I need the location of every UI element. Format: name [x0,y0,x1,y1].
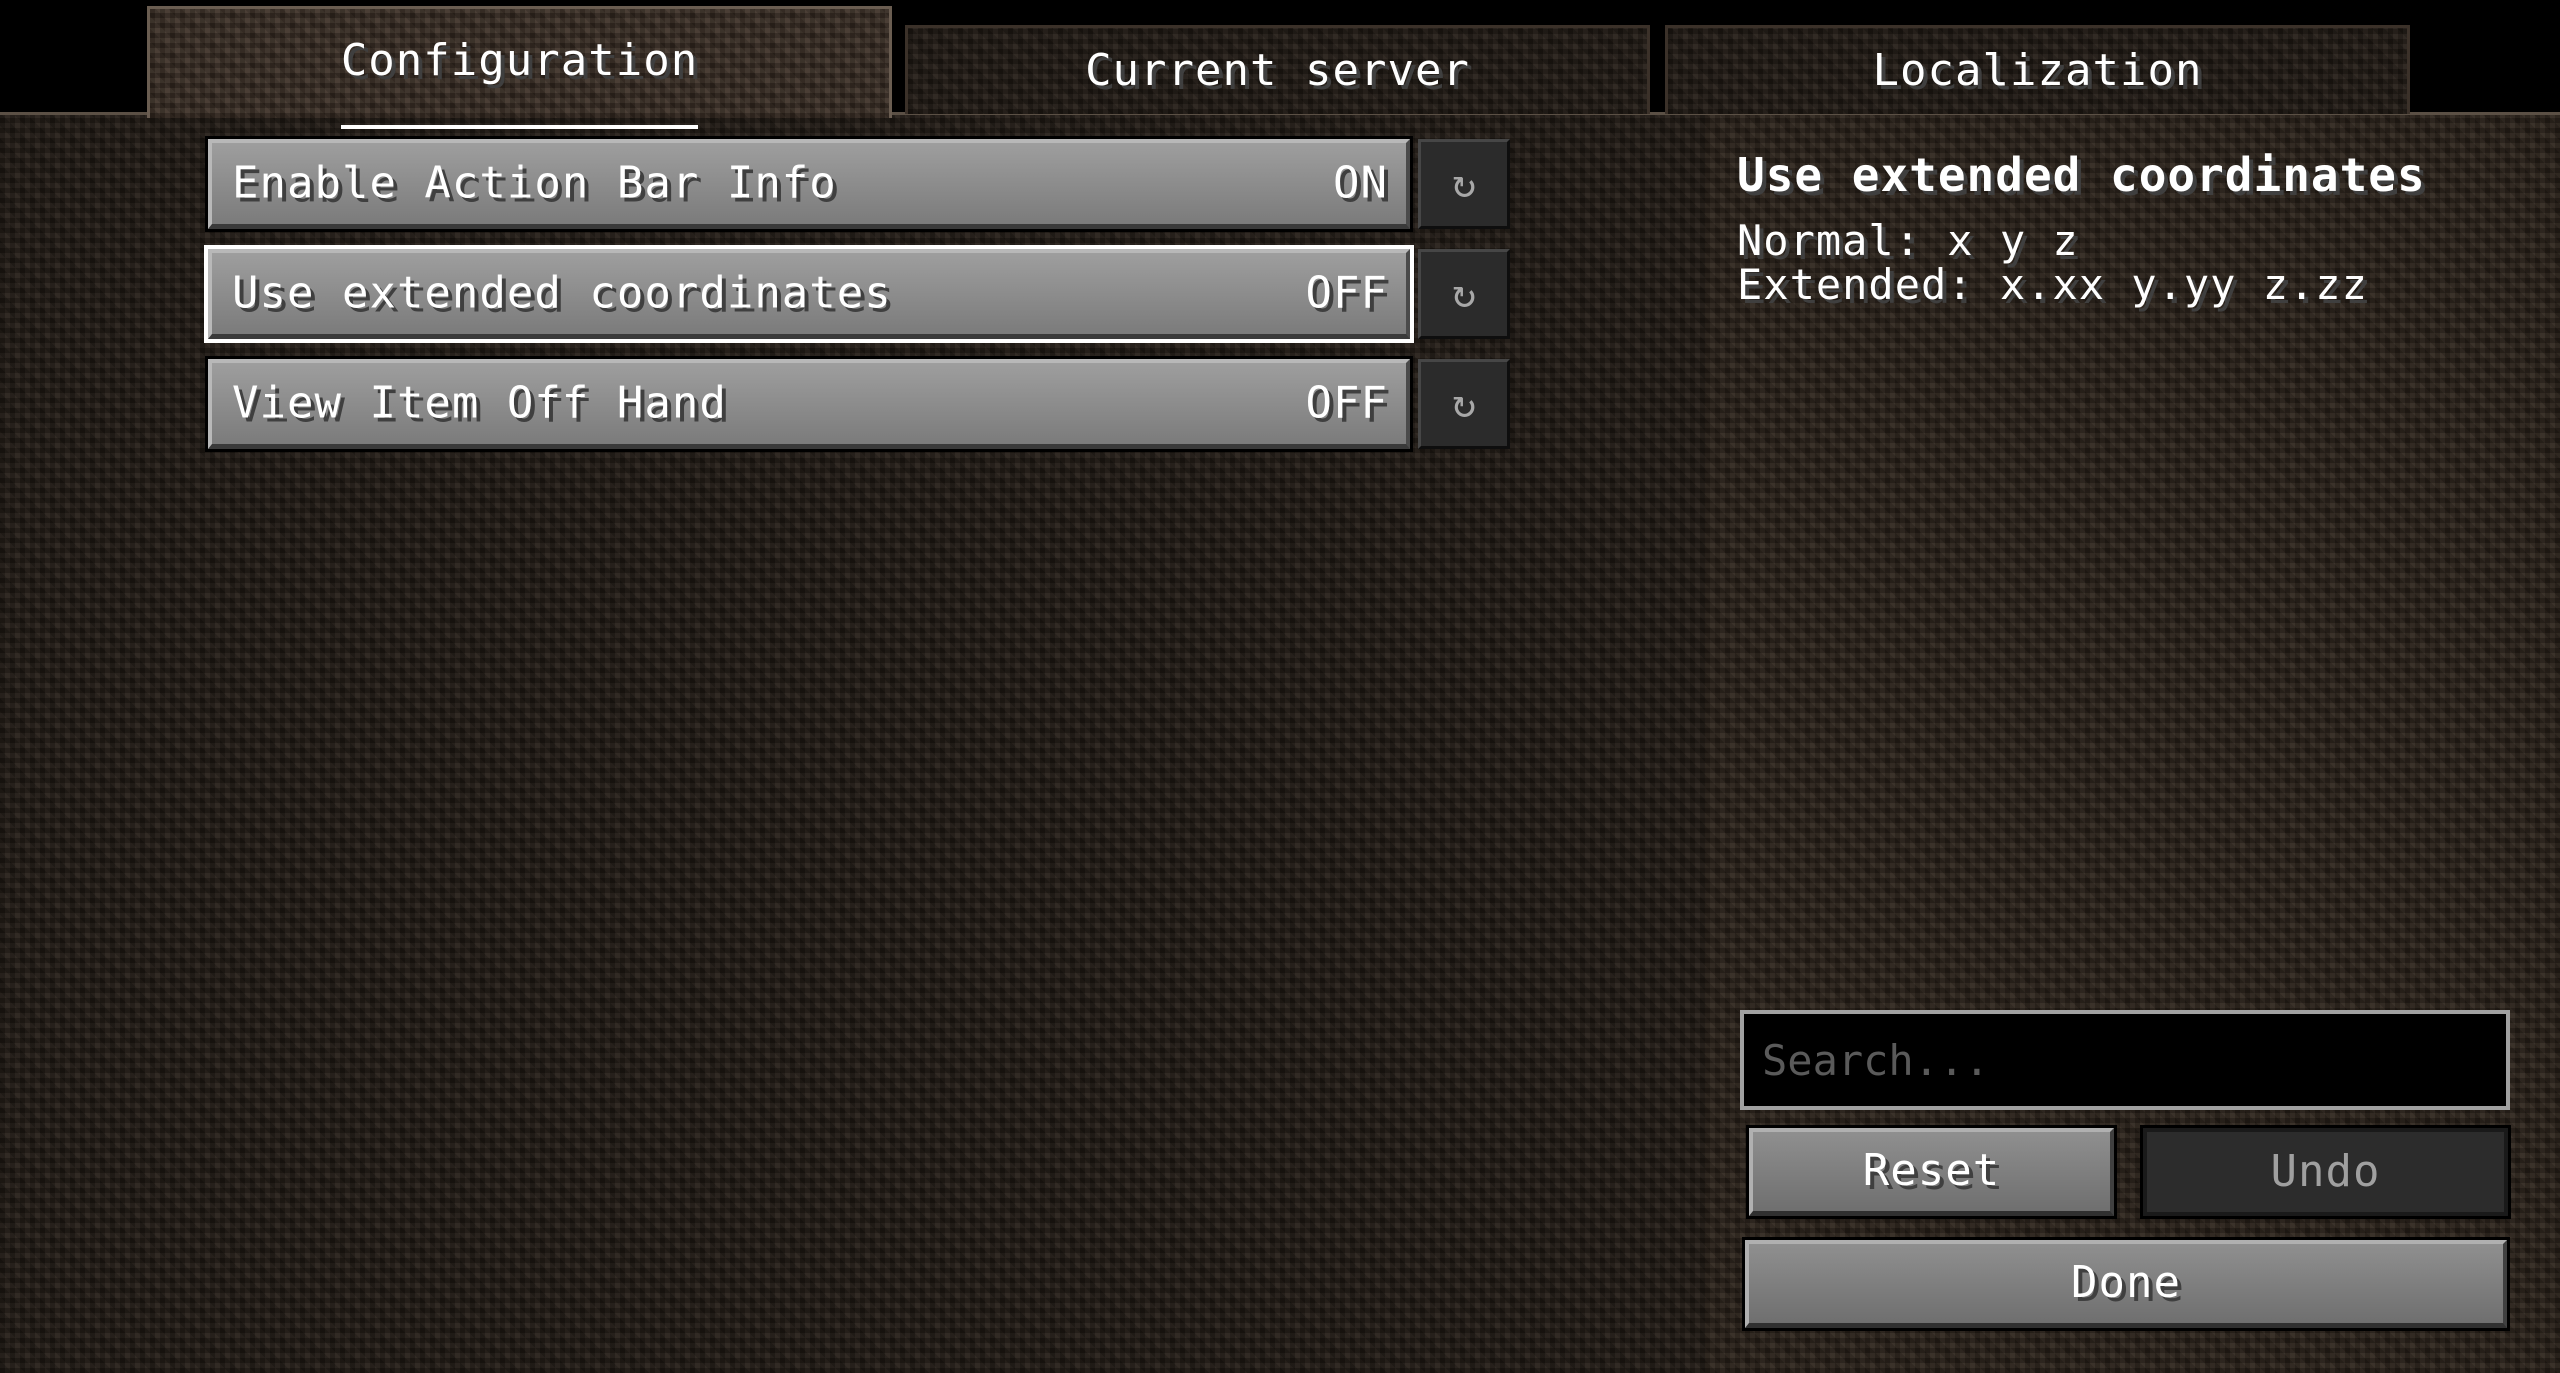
reset-button[interactable]: Reset [1746,1125,2117,1219]
option-value: OFF [1305,266,1388,318]
reset-button-label: Reset [1862,1145,2001,1196]
option-use-extended-coordinates[interactable]: Use extended coordinates OFF [204,245,1414,343]
tab-localization-label: Localization [1872,45,2203,96]
option-enable-action-bar-info[interactable]: Enable Action Bar Info ON [205,136,1413,232]
option-value: OFF [1305,376,1388,428]
done-button-label: Done [2071,1257,2181,1308]
tab-current-server[interactable]: Current server [905,25,1650,114]
description-line-extended: Extended: x.xx y.yy z.zz [1737,260,2368,309]
undo-button[interactable]: Undo [2140,1125,2511,1219]
option-label: Enable Action Bar Info [232,156,837,208]
reset-arrow-icon: ↻ [1451,161,1477,207]
tab-configuration-label: Configuration [340,35,699,86]
description-line-normal: Normal: x y z [1737,216,2079,265]
reset-arrow-icon: ↻ [1451,381,1477,427]
search-input[interactable] [1740,1010,2510,1110]
done-button[interactable]: Done [1742,1237,2510,1331]
option-value: ON [1333,156,1388,208]
tab-current-server-label: Current server [1085,45,1470,96]
active-tab-underline [340,125,699,129]
option-reset-button[interactable]: ↻ [1418,249,1510,339]
tab-configuration[interactable]: Configuration [147,6,892,129]
option-reset-button[interactable]: ↻ [1418,359,1510,449]
option-label: Use extended coordinates [232,266,892,318]
option-label: View Item Off Hand [232,376,727,428]
reset-arrow-icon: ↻ [1451,271,1477,317]
undo-button-label: Undo [2270,1146,2381,1197]
description-title: Use extended coordinates [1737,148,2426,202]
option-view-item-off-hand[interactable]: View Item Off Hand OFF [205,356,1413,452]
option-reset-button[interactable]: ↻ [1418,139,1510,229]
tab-localization[interactable]: Localization [1665,25,2410,114]
